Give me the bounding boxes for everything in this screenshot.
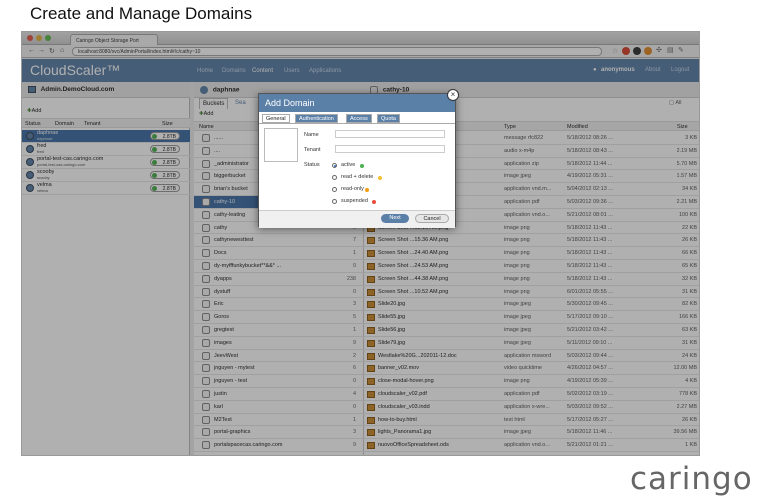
status-active-radio[interactable]: [332, 163, 337, 168]
tab-authentication[interactable]: Authentication: [295, 114, 338, 123]
status-read-only-label: read-only: [341, 186, 364, 192]
status-read-only-indicator-icon: [365, 188, 369, 192]
slide-title: Create and Manage Domains: [30, 4, 253, 23]
status-read-delete-indicator-icon: [378, 176, 382, 180]
caringo-logo: caringo: [630, 461, 753, 497]
tab-quota[interactable]: Quota: [377, 114, 400, 123]
browser-window: Caringo Object Storage Port ← → ↻ ⌂ loca…: [21, 31, 700, 456]
next-button[interactable]: Next: [381, 214, 409, 223]
status-suspended-radio[interactable]: [332, 199, 337, 204]
status-suspended-indicator-icon: [372, 200, 376, 204]
tab-divider: [259, 123, 455, 124]
close-dialog-icon[interactable]: ×: [447, 89, 459, 101]
add-domain-dialog: Add Domain General Authentication Access…: [258, 93, 456, 228]
tenant-field[interactable]: [335, 145, 445, 153]
status-active-label: active: [341, 162, 356, 168]
dialog-title: Add Domain: [259, 94, 455, 112]
tab-access[interactable]: Access: [346, 114, 372, 123]
name-field[interactable]: [335, 130, 445, 138]
status-read-delete-label: read + delete: [341, 174, 374, 180]
cancel-button[interactable]: Cancel: [415, 214, 449, 223]
status-read-delete-radio[interactable]: [332, 175, 337, 180]
status-label: Status: [304, 162, 320, 168]
tab-general[interactable]: General: [262, 114, 290, 123]
domain-image-placeholder[interactable]: [264, 128, 298, 162]
status-suspended-label: suspended: [341, 198, 368, 204]
tenant-label: Tenant: [304, 147, 321, 153]
name-label: Name: [304, 132, 319, 138]
status-active-indicator-icon: [360, 164, 364, 168]
status-read-only-radio[interactable]: [332, 187, 337, 192]
